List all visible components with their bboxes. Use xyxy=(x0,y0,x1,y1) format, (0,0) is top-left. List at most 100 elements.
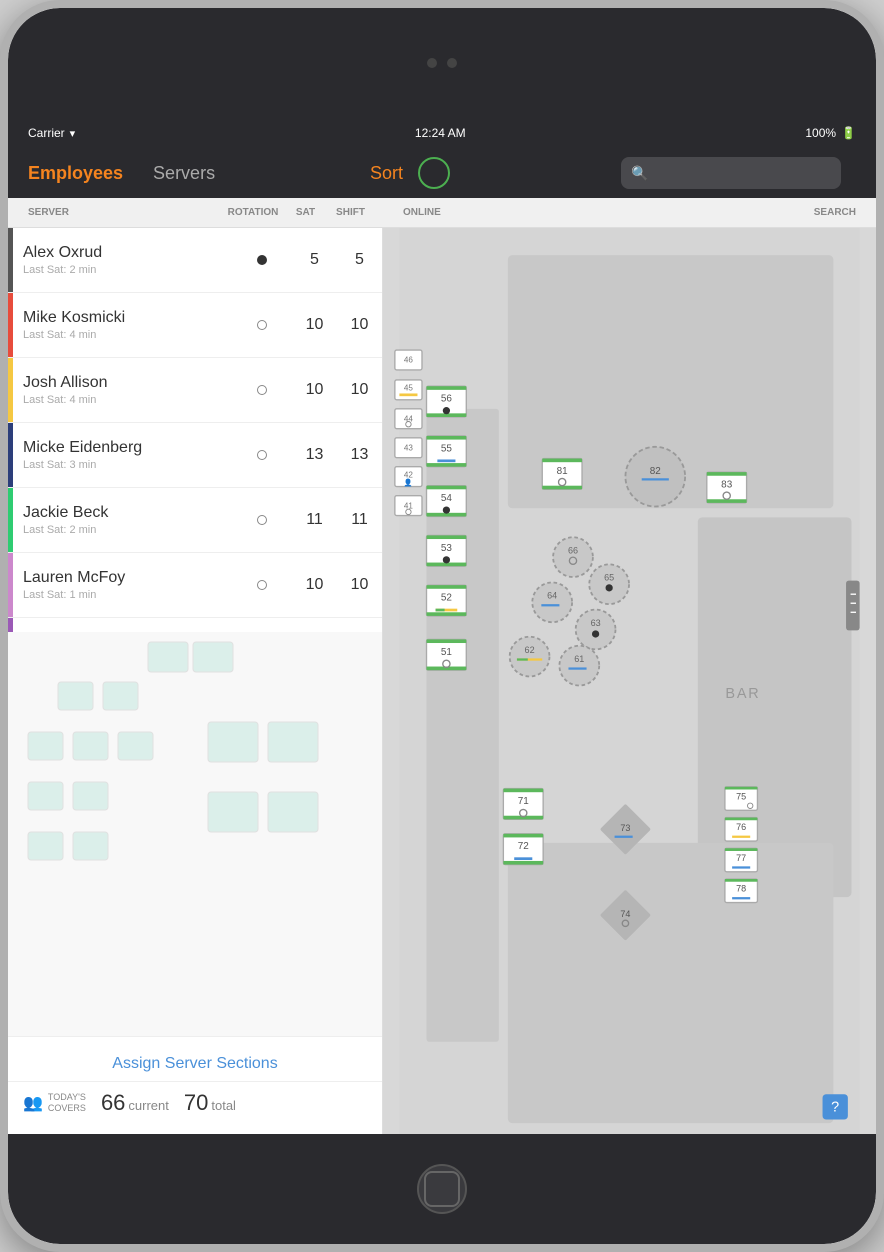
speaker-dot xyxy=(447,58,457,68)
svg-text:44: 44 xyxy=(404,414,414,423)
current-num: 66 xyxy=(101,1090,125,1116)
nav-sort-button[interactable]: Sort xyxy=(370,163,403,184)
svg-text:64: 64 xyxy=(547,591,557,601)
emp-info: Micke Eidenberg Last Sat: 3 min xyxy=(13,439,232,471)
svg-text:77: 77 xyxy=(736,853,746,863)
nav-employees-tab[interactable]: Employees xyxy=(28,163,123,184)
svg-text:75: 75 xyxy=(736,791,746,801)
emp-rotation xyxy=(232,317,292,333)
svg-text:74: 74 xyxy=(620,909,630,919)
carrier-label: Carrier xyxy=(28,126,65,140)
emp-sat: 11 xyxy=(292,511,337,529)
emp-last-sat: Last Sat: 2 min xyxy=(23,524,222,536)
employee-row[interactable]: Lauren McFoy Last Sat: 1 min 10 10 xyxy=(8,553,382,618)
svg-text:?: ? xyxy=(831,1099,839,1115)
current-label: current xyxy=(128,1098,168,1113)
emp-shift: 5 xyxy=(337,251,382,269)
svg-text:63: 63 xyxy=(591,618,601,628)
col-online-header: ONLINE xyxy=(403,207,441,218)
svg-text:54: 54 xyxy=(441,493,453,504)
svg-text:82: 82 xyxy=(650,466,662,477)
col-server-header: SERVER xyxy=(18,207,223,218)
emp-shift: 13 xyxy=(337,446,382,464)
svg-text:55: 55 xyxy=(441,443,453,454)
status-bar: Carrier ▾ 12:24 AM 100% 🔋 xyxy=(8,118,876,148)
total-num: 70 xyxy=(184,1090,208,1116)
emp-info: Lauren McFoy Last Sat: 1 min xyxy=(13,569,232,601)
emp-info: Alex Oxrud Last Sat: 2 min xyxy=(13,244,232,276)
covers-bar: 👥 TODAY'S COVERS 66 current 70 total xyxy=(8,1081,382,1124)
svg-text:46: 46 xyxy=(404,356,414,365)
emp-shift: 10 xyxy=(337,316,382,334)
rotation-dot-empty xyxy=(257,580,267,590)
emp-name: Jackie Beck xyxy=(23,504,222,522)
emp-last-sat: Last Sat: 3 min xyxy=(23,459,222,471)
left-panel: Alex Oxrud Last Sat: 2 min 5 5 Mike Kosm… xyxy=(8,228,383,1134)
col-header-right: ONLINE SEARCH xyxy=(383,207,876,218)
emp-rotation xyxy=(232,447,292,463)
home-button[interactable] xyxy=(417,1164,467,1214)
nav-servers-tab[interactable]: Servers xyxy=(153,163,215,184)
camera-dot xyxy=(427,58,437,68)
rotation-dot-empty xyxy=(257,385,267,395)
emp-name: Josh Allison xyxy=(23,374,222,392)
search-icon: 🔍 xyxy=(631,165,648,182)
employee-row[interactable]: Jackie Beck Last Sat: 2 min 11 11 xyxy=(8,488,382,553)
covers-label: TODAY'S COVERS xyxy=(48,1092,86,1114)
total-label: total xyxy=(211,1098,236,1113)
emp-last-sat: Last Sat: 2 min xyxy=(23,264,222,276)
emp-name: Micke Eidenberg xyxy=(23,439,222,457)
svg-text:BAR: BAR xyxy=(725,686,760,702)
camera-area xyxy=(427,58,457,68)
svg-text:71: 71 xyxy=(518,796,530,807)
svg-text:43: 43 xyxy=(404,443,414,452)
svg-text:83: 83 xyxy=(721,480,733,491)
emp-info: Jackie Beck Last Sat: 2 min xyxy=(13,504,232,536)
emp-sat: 5 xyxy=(292,251,337,269)
svg-text:72: 72 xyxy=(518,841,530,852)
current-covers: 66 current xyxy=(101,1090,169,1116)
svg-text:76: 76 xyxy=(736,822,746,832)
employee-row[interactable]: Celina Spencer Last Sat: 20 sec 7 11 xyxy=(8,618,382,632)
home-button-inner xyxy=(424,1171,460,1207)
emp-shift: 10 xyxy=(337,576,382,594)
employee-row[interactable]: Alex Oxrud Last Sat: 2 min 5 5 xyxy=(8,228,382,293)
body-split: Alex Oxrud Last Sat: 2 min 5 5 Mike Kosm… xyxy=(8,228,876,1134)
search-bar[interactable]: 🔍 xyxy=(621,157,841,189)
status-right: 100% 🔋 xyxy=(805,126,856,140)
employee-row[interactable]: Micke Eidenberg Last Sat: 3 min 13 13 xyxy=(8,423,382,488)
svg-text:53: 53 xyxy=(441,543,453,554)
main-content: Employees Servers Sort 🔍 SERVER ROTATION… xyxy=(8,148,876,1134)
employee-row[interactable]: Josh Allison Last Sat: 4 min 10 10 xyxy=(8,358,382,423)
svg-text:👤: 👤 xyxy=(404,478,413,487)
rotation-dot-filled xyxy=(257,255,267,265)
rotation-dot-empty xyxy=(257,320,267,330)
emp-sat: 10 xyxy=(292,316,337,334)
col-rotation-header: ROTATION xyxy=(223,207,283,218)
online-indicator xyxy=(418,157,450,189)
nav-left: Employees Servers Sort xyxy=(28,163,403,184)
emp-last-sat: Last Sat: 4 min xyxy=(23,394,222,406)
rotation-dot-empty xyxy=(257,450,267,460)
emp-rotation xyxy=(232,382,292,398)
column-headers: SERVER ROTATION SAT SHIFT ONLINE SEARCH xyxy=(8,198,876,228)
svg-text:78: 78 xyxy=(736,884,746,894)
covers-icon: 👥 xyxy=(23,1093,43,1113)
svg-text:73: 73 xyxy=(620,823,630,833)
svg-text:65: 65 xyxy=(604,573,614,583)
emp-shift: 10 xyxy=(337,381,382,399)
emp-name: Mike Kosmicki xyxy=(23,309,222,327)
ipad-device: Carrier ▾ 12:24 AM 100% 🔋 Employees Serv… xyxy=(0,0,884,1252)
assign-server-sections-button[interactable]: Assign Server Sections xyxy=(8,1047,382,1081)
floor-map-svg: 81 82 xyxy=(383,228,876,1134)
svg-text:52: 52 xyxy=(441,593,453,604)
left-bottom: Assign Server Sections 👥 TODAY'S COVERS … xyxy=(8,1036,382,1134)
emp-rotation xyxy=(232,577,292,593)
emp-last-sat: Last Sat: 4 min xyxy=(23,329,222,341)
status-left: Carrier ▾ xyxy=(28,126,75,140)
svg-text:51: 51 xyxy=(441,647,453,658)
svg-text:45: 45 xyxy=(404,384,414,393)
emp-rotation xyxy=(232,252,292,268)
employee-row[interactable]: Mike Kosmicki Last Sat: 4 min 10 10 xyxy=(8,293,382,358)
svg-text:81: 81 xyxy=(557,466,569,477)
